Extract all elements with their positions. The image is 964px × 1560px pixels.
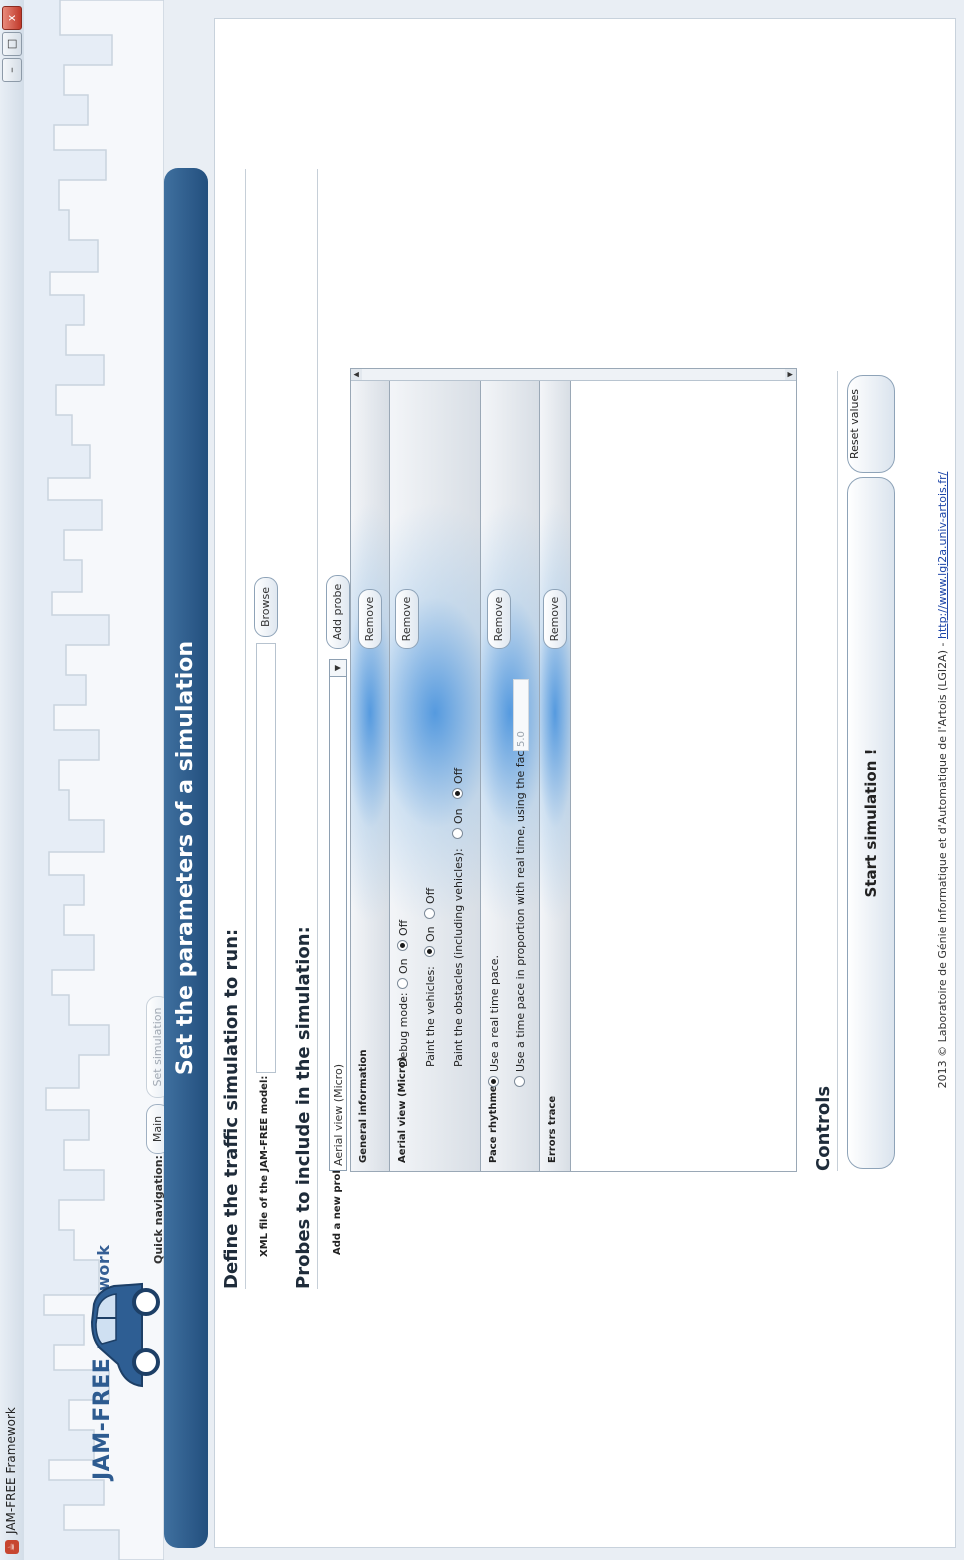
xml-file-input[interactable] [256, 643, 276, 1073]
define-section-title: Define the traffic simulation to run: [221, 928, 242, 1289]
proportional-time-radio[interactable]: Use a time pace in proportion with real … [514, 731, 527, 1093]
probe-general-information: General information Remove [351, 381, 390, 1171]
debug-mode-label: Debug mode: [397, 992, 410, 1067]
close-button[interactable]: x [2, 6, 22, 30]
application-window: ☕ JAM-FREE Framework – □ x JAM-FREE Fram… [0, 0, 964, 1560]
xml-file-label: XML file of the JAM-FREE model: [259, 1075, 270, 1257]
page-title: Set the parameters of a simulation [164, 168, 208, 1548]
banner: JAM-FREE Framework Quick navigation: Mai… [24, 0, 170, 1560]
main-panel: Set the parameters of a simulation Defin… [164, 8, 956, 1548]
paint-obstacles-on-radio[interactable]: On [452, 808, 465, 845]
controls-separator [837, 371, 838, 1171]
paint-obstacles-off-radio[interactable]: Off [452, 768, 465, 805]
browse-button[interactable]: Browse [254, 577, 278, 637]
add-probe-button[interactable]: Add probe [326, 575, 350, 649]
real-time-radio[interactable]: Use a real time pace. [488, 955, 501, 1093]
remove-probe-button[interactable]: Remove [543, 589, 567, 649]
remove-probe-button[interactable]: Remove [358, 589, 382, 649]
car-logo-icon [90, 1282, 160, 1388]
reset-values-button[interactable]: Reset values [847, 375, 895, 473]
debug-on-radio[interactable]: On [397, 958, 410, 995]
probe-name: Aerial view (Micro) [397, 1056, 408, 1163]
controls-section-title: Controls [813, 1085, 834, 1171]
probe-list: General information Remove Aerial view (… [350, 368, 797, 1172]
probe-type-select[interactable]: Aerial view (Micro) ▼ [329, 659, 347, 1171]
probe-pace-rhythmer: Pace rhythmer Use a real time pace. Use … [481, 381, 540, 1171]
define-separator [245, 169, 246, 1289]
probe-type-selected: Aerial view (Micro) [332, 1064, 345, 1166]
scroll-up-arrow-icon[interactable]: ▲ [351, 369, 362, 380]
probe-aerial-view: Aerial view (Micro) Debug mode: On Off P… [390, 381, 481, 1171]
remove-probe-button[interactable]: Remove [395, 589, 419, 649]
probes-section-title: Probes to include in the simulation: [293, 926, 314, 1289]
maximize-button[interactable]: □ [2, 32, 22, 56]
probe-errors-trace: Errors trace Remove [540, 381, 571, 1171]
window-title-bar: ☕ JAM-FREE Framework – □ x [0, 0, 25, 1560]
footer: 2013 © Laboratoire de Génie Informatique… [936, 0, 949, 1560]
start-simulation-button[interactable]: Start simulation ! [847, 477, 895, 1169]
probe-name: General information [358, 1049, 369, 1163]
scroll-down-arrow-icon[interactable]: ▼ [785, 369, 796, 380]
paint-vehicles-off-radio[interactable]: Off [424, 888, 437, 925]
debug-off-radio[interactable]: Off [397, 920, 410, 957]
paint-vehicles-label: Paint the vehicles: [424, 966, 437, 1067]
paint-vehicles-on-radio[interactable]: On [424, 926, 437, 963]
footer-copyright: 2013 © Laboratoire de Génie Informatique… [936, 639, 949, 1089]
probes-separator [317, 169, 318, 1289]
paint-obstacles-label: Paint the obstacles (including vehicles)… [452, 848, 465, 1067]
minimize-button[interactable]: – [2, 58, 22, 82]
content-area: Define the traffic simulation to run: XM… [214, 18, 956, 1548]
window-title: JAM-FREE Framework [4, 1407, 18, 1534]
footer-link[interactable]: http://www.lgi2a.univ-artois.fr/ [936, 472, 949, 639]
remove-probe-button[interactable]: Remove [487, 589, 511, 649]
probe-list-scrollbar[interactable]: ▲ ▼ [351, 369, 796, 381]
probe-name: Errors trace [547, 1095, 558, 1163]
pace-factor-input[interactable]: 5.0 [513, 679, 529, 751]
chevron-down-icon[interactable]: ▼ [330, 660, 346, 677]
java-app-icon: ☕ [5, 1540, 19, 1554]
